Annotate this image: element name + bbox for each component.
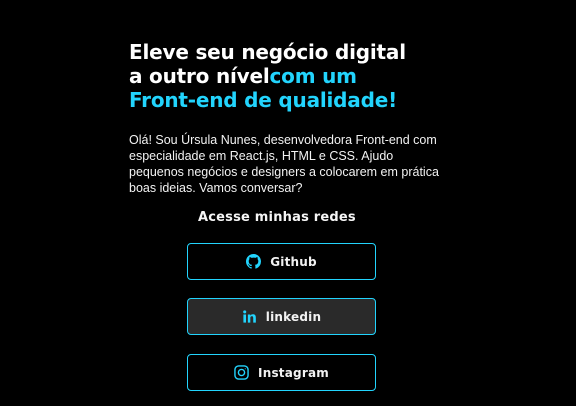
- headline-line-2: a outro nível: [129, 64, 270, 88]
- instagram-icon: [234, 365, 249, 380]
- instagram-button[interactable]: Instagram: [187, 354, 376, 391]
- instagram-button-label: Instagram: [258, 365, 329, 380]
- headline-accent-1: com um: [269, 64, 357, 88]
- social-section-title: Acesse minhas redes: [198, 210, 356, 225]
- github-button[interactable]: Github: [187, 243, 376, 280]
- headline-line-1: Eleve seu negócio digital: [129, 40, 406, 64]
- github-icon: [246, 254, 262, 269]
- linkedin-button-label: linkedin: [265, 309, 322, 324]
- hero-bio: Olá! Sou Úrsula Nunes, desenvolvedora Fr…: [129, 133, 439, 195]
- github-button-label: Github: [270, 254, 317, 269]
- linkedin-button[interactable]: linkedin: [187, 298, 376, 335]
- headline-accent-2: Front-end de qualidade!: [129, 88, 397, 112]
- linkedin-icon: [242, 309, 257, 324]
- hero-section: Eleve seu negócio digital a outro nívelc…: [129, 40, 459, 195]
- hero-headline: Eleve seu negócio digital a outro nívelc…: [129, 40, 459, 112]
